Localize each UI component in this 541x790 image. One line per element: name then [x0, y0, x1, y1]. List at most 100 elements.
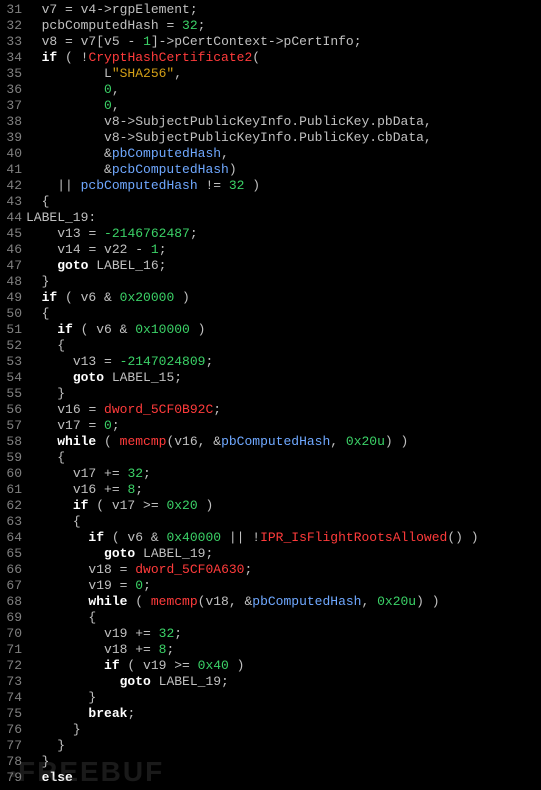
line-number: 36 — [0, 82, 22, 98]
line-number: 75 — [0, 706, 22, 722]
token-id: cbData — [377, 130, 424, 145]
token-id: ; — [174, 626, 182, 641]
code-line[interactable]: v14 = v22 - 1; — [26, 242, 541, 258]
code-line[interactable]: { — [26, 610, 541, 626]
code-line[interactable]: v18 += 8; — [26, 642, 541, 658]
code-line[interactable]: pcbComputedHash = 32; — [26, 18, 541, 34]
token-id: LABEL_19; — [135, 546, 213, 561]
code-line[interactable]: { — [26, 306, 541, 322]
code-line[interactable]: v13 = -2146762487; — [26, 226, 541, 242]
token-kw: if — [57, 322, 73, 337]
code-line[interactable]: } — [26, 274, 541, 290]
code-line[interactable]: } — [26, 386, 541, 402]
token-id: } — [42, 274, 50, 289]
line-number: 64 — [0, 530, 22, 546]
token-fn2: IPR_IsFlightRootsAllowed — [260, 530, 447, 545]
code-line[interactable]: if ( !CryptHashCertificate2( — [26, 50, 541, 66]
code-line[interactable]: else — [26, 770, 541, 786]
token-id: ]-> — [151, 34, 174, 49]
token-id: v14 — [57, 242, 88, 257]
token-id: v8 — [104, 130, 120, 145]
token-kw: goto — [120, 674, 151, 689]
line-number: 55 — [0, 386, 22, 402]
line-number: 76 — [0, 722, 22, 738]
code-line[interactable]: v17 = 0; — [26, 418, 541, 434]
token-id: ; — [198, 18, 206, 33]
code-line[interactable]: if ( v17 >= 0x20 ) — [26, 498, 541, 514]
code-line[interactable]: L"SHA256", — [26, 66, 541, 82]
code-line[interactable]: &pcbComputedHash) — [26, 162, 541, 178]
code-line[interactable]: &pbComputedHash, — [26, 146, 541, 162]
code-line[interactable]: LABEL_19: — [26, 210, 541, 226]
token-fn2: dword_5CF0B92C — [104, 402, 213, 417]
line-number: 53 — [0, 354, 22, 370]
token-id: v7 — [81, 34, 97, 49]
code-line[interactable]: } — [26, 738, 541, 754]
code-line[interactable]: while ( memcmp(v18, &pbComputedHash, 0x2… — [26, 594, 541, 610]
token-id: ) — [229, 658, 245, 673]
line-number: 67 — [0, 578, 22, 594]
code-line[interactable]: v17 += 32; — [26, 466, 541, 482]
token-id: ; — [143, 466, 151, 481]
token-id: (v18, & — [198, 594, 253, 609]
code-line[interactable]: { — [26, 450, 541, 466]
code-line[interactable]: { — [26, 194, 541, 210]
code-content[interactable]: v7 = v4->rgpElement; pcbComputedHash = 3… — [26, 2, 541, 786]
token-id: & — [104, 162, 112, 177]
code-line[interactable]: } — [26, 690, 541, 706]
line-number: 43 — [0, 194, 22, 210]
code-line[interactable]: v18 = dword_5CF0A630; — [26, 562, 541, 578]
token-id: += — [104, 466, 127, 481]
code-line[interactable]: if ( v6 & 0x10000 ) — [26, 322, 541, 338]
token-id: -> — [96, 2, 112, 17]
code-line[interactable]: { — [26, 514, 541, 530]
code-line[interactable]: v16 += 8; — [26, 482, 541, 498]
code-line[interactable]: while ( memcmp(v16, &pbComputedHash, 0x2… — [26, 434, 541, 450]
code-line[interactable]: if ( v6 & 0x40000 || !IPR_IsFlightRootsA… — [26, 530, 541, 546]
code-line[interactable]: break; — [26, 706, 541, 722]
code-line[interactable]: v19 += 32; — [26, 626, 541, 642]
code-line[interactable]: } — [26, 754, 541, 770]
token-id: LABEL_15; — [104, 370, 182, 385]
code-line[interactable]: v16 = dword_5CF0B92C; — [26, 402, 541, 418]
token-kw: while — [57, 434, 96, 449]
token-blue: pcbComputedHash — [81, 178, 198, 193]
token-id: - — [135, 242, 151, 257]
code-line[interactable]: v13 = -2147024809; — [26, 354, 541, 370]
token-id: ( ! — [57, 50, 88, 65]
code-line[interactable]: { — [26, 338, 541, 354]
code-line[interactable]: v19 = 0; — [26, 578, 541, 594]
code-line[interactable]: || pcbComputedHash != 32 ) — [26, 178, 541, 194]
code-line[interactable]: v8->SubjectPublicKeyInfo.PublicKey.pbDat… — [26, 114, 541, 130]
code-line[interactable]: v8->SubjectPublicKeyInfo.PublicKey.cbDat… — [26, 130, 541, 146]
token-id: SubjectPublicKeyInfo — [135, 114, 291, 129]
code-line[interactable]: v8 = v7[v5 - 1]->pCertContext->pCertInfo… — [26, 34, 541, 50]
token-id: { — [57, 338, 65, 353]
code-line[interactable]: if ( v19 >= 0x40 ) — [26, 658, 541, 674]
code-editor[interactable]: 3132333435363738394041424344454647484950… — [0, 0, 541, 788]
token-id: { — [73, 514, 81, 529]
code-line[interactable]: 0, — [26, 82, 541, 98]
code-line[interactable]: goto LABEL_15; — [26, 370, 541, 386]
code-line[interactable]: goto LABEL_16; — [26, 258, 541, 274]
token-blue: pbComputedHash — [221, 434, 330, 449]
line-number: 68 — [0, 594, 22, 610]
token-id: ) ) — [416, 594, 439, 609]
line-number: 44 — [0, 210, 22, 226]
code-line[interactable]: v7 = v4->rgpElement; — [26, 2, 541, 18]
token-num: 32 — [127, 466, 143, 481]
code-line[interactable]: 0, — [26, 98, 541, 114]
code-line[interactable]: if ( v6 & 0x20000 ) — [26, 290, 541, 306]
token-id: = — [104, 354, 120, 369]
token-id: . — [291, 130, 299, 145]
token-num: -2147024809 — [120, 354, 206, 369]
token-id: ( v6 & — [73, 322, 135, 337]
token-id: ) — [244, 178, 260, 193]
token-id: ( v17 >= — [88, 498, 166, 513]
token-kw: if — [73, 498, 89, 513]
code-line[interactable]: goto LABEL_19; — [26, 546, 541, 562]
token-id: : — [88, 210, 96, 225]
code-line[interactable]: } — [26, 722, 541, 738]
token-id: v13 — [57, 226, 88, 241]
code-line[interactable]: goto LABEL_19; — [26, 674, 541, 690]
